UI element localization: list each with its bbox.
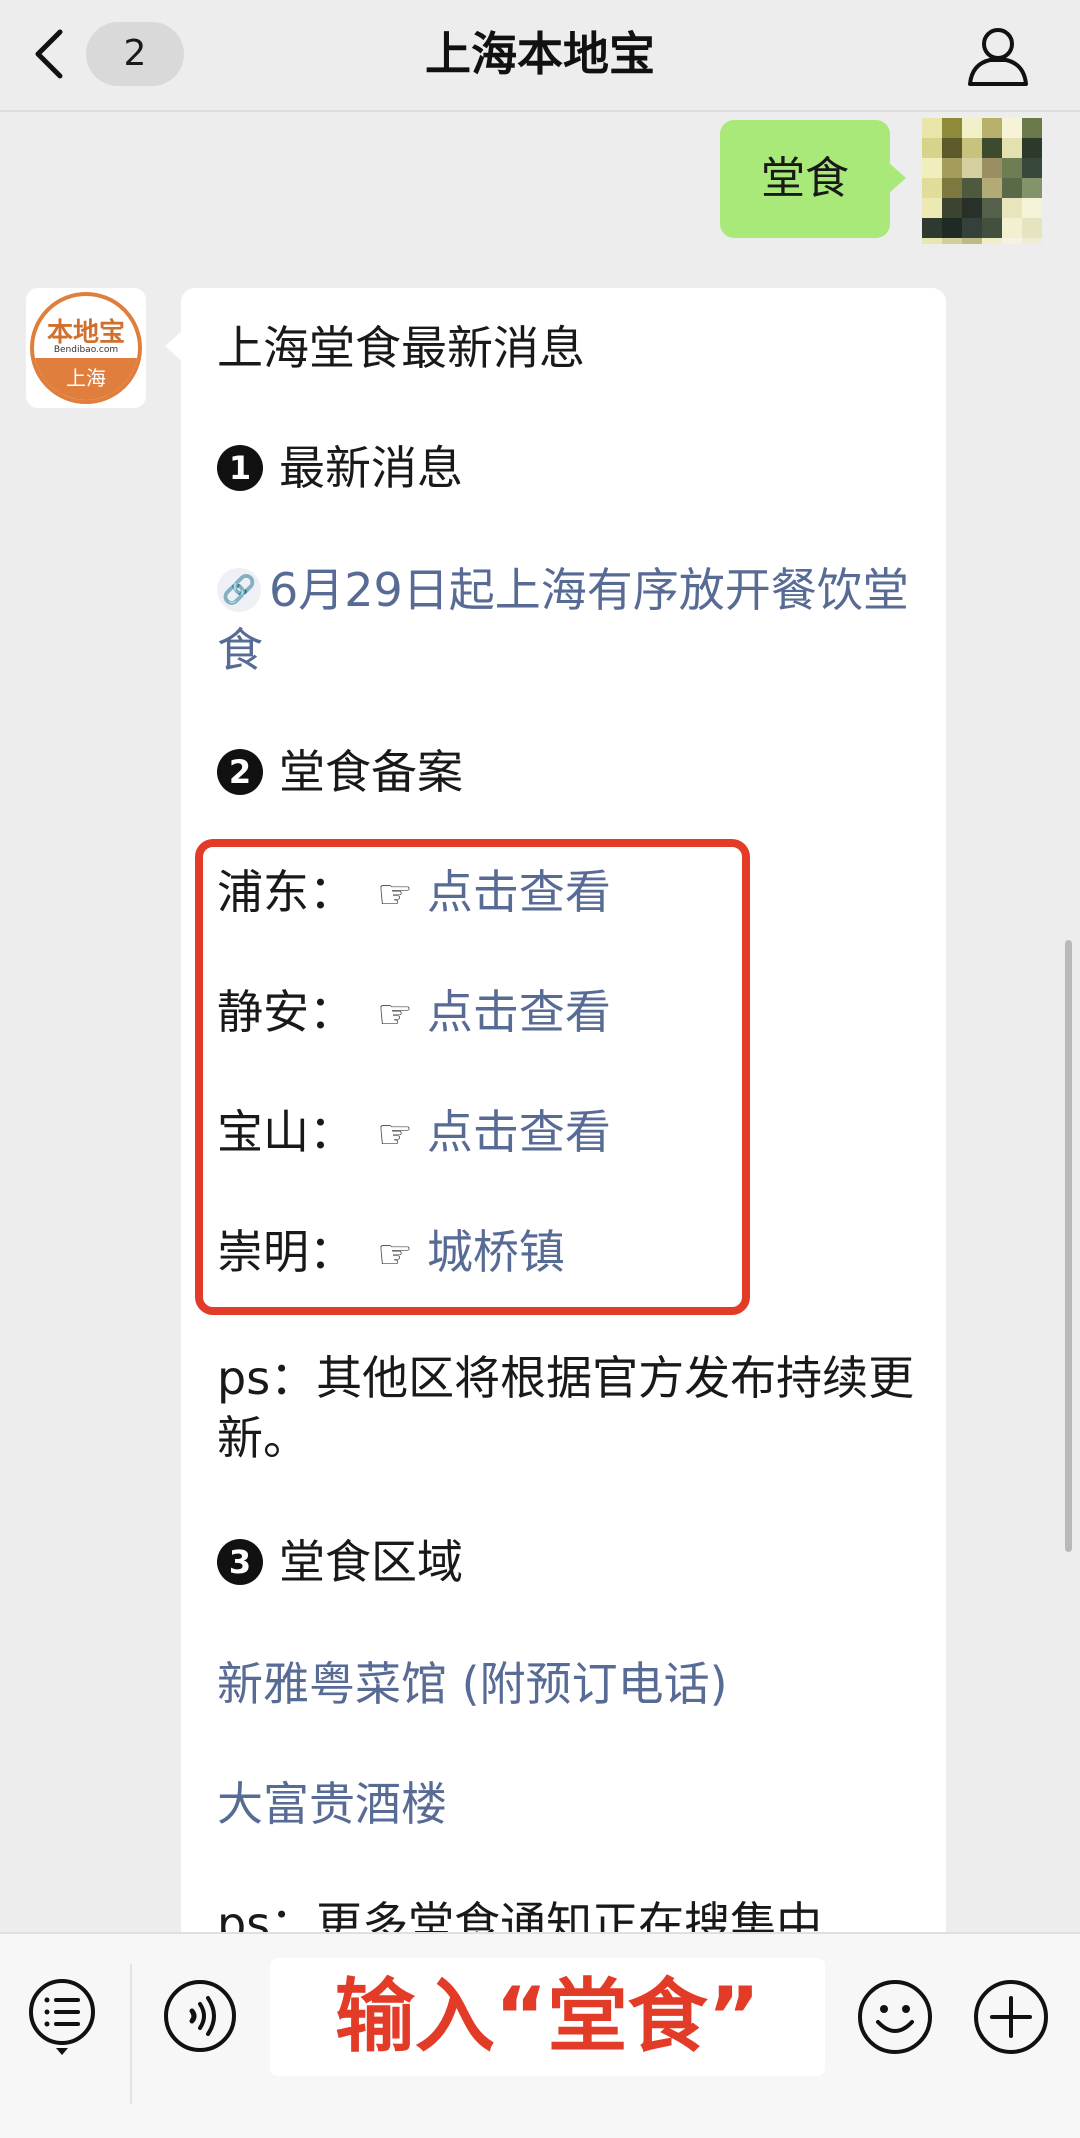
link-icon: 🔗 xyxy=(217,567,261,612)
logo-main-text: 本地宝 xyxy=(46,318,125,348)
unread-count-badge: 2 xyxy=(86,22,184,86)
emoji-icon[interactable] xyxy=(856,1978,934,2056)
chat-header: 2 上海本地宝 xyxy=(0,0,1080,112)
section-label: 堂食区域 xyxy=(279,1535,463,1589)
scrollbar[interactable] xyxy=(1065,940,1072,1552)
section-label: 最新消息 xyxy=(279,441,463,495)
input-bar: 输入“堂食” xyxy=(0,1932,1080,2138)
person-icon[interactable] xyxy=(962,20,1034,92)
bendibao-logo: 本地宝 Bendibao.com 上海 xyxy=(30,292,142,404)
news-link[interactable]: 🔗 6月29日起上海有序放开餐饮堂食 xyxy=(217,560,917,680)
highlight-frame xyxy=(195,839,750,1315)
number-badge: 2 xyxy=(217,748,263,795)
section-heading-latest: 1 最新消息 xyxy=(217,438,917,498)
restaurant-link[interactable]: 新雅粤菜馆 (附预订电话) xyxy=(217,1654,917,1714)
message-input[interactable]: 输入“堂食” xyxy=(270,1958,825,2076)
back-button[interactable]: 2 xyxy=(30,22,184,86)
menu-list-icon[interactable] xyxy=(26,1976,98,2058)
official-account-avatar[interactable]: 本地宝 Bendibao.com 上海 xyxy=(26,288,146,408)
section-heading-registration: 2 堂食备案 xyxy=(217,742,917,802)
section-heading-area: 3 堂食区域 xyxy=(217,1532,917,1592)
input-overlay-text: 输入“堂食” xyxy=(334,1970,761,2063)
logo-domain-text: Bendibao.com xyxy=(53,345,119,355)
reply-title: 上海堂食最新消息 xyxy=(217,321,585,375)
voice-icon[interactable] xyxy=(162,1978,238,2054)
number-badge: 1 xyxy=(217,444,263,491)
restaurant-link[interactable]: 大富贵酒楼 xyxy=(217,1774,917,1834)
section-label: 堂食备案 xyxy=(279,745,463,799)
ps-note: ps：其他区将根据官方发布持续更新。 xyxy=(217,1351,915,1465)
logo-city-text: 上海 xyxy=(34,358,138,400)
user-avatar[interactable] xyxy=(922,118,1042,244)
bar-divider xyxy=(130,1964,132,2104)
back-chevron-icon xyxy=(35,29,63,79)
sent-message-bubble[interactable]: 堂食 xyxy=(720,120,906,238)
number-badge: 3 xyxy=(217,1538,263,1585)
chat-title: 上海本地宝 xyxy=(425,27,655,81)
plus-icon[interactable] xyxy=(972,1978,1050,2056)
news-link-text[interactable]: 6月29日起上海有序放开餐饮堂食 xyxy=(217,563,909,677)
